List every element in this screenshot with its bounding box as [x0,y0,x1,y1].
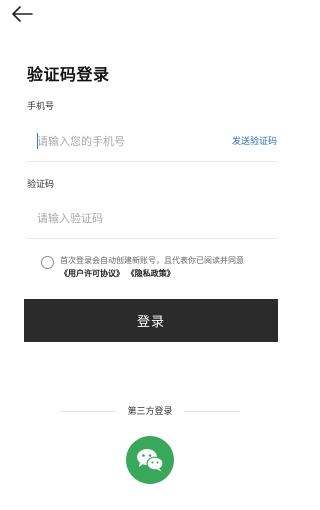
code-label: 验证码 [27,180,55,190]
login-button[interactable]: 登录 [24,299,278,342]
agreement-links: 《用户许可协议》 《隐私政策》 [60,268,175,280]
phone-input-row: 发送验证码 [27,121,277,162]
divider-line-right [184,411,240,412]
third-party-divider: 第三方登录 [60,404,240,418]
wechat-login-button[interactable] [126,436,174,484]
phone-input[interactable] [37,131,207,151]
back-button[interactable] [10,4,34,24]
user-agreement-link[interactable]: 《用户许可协议》 [60,269,124,278]
wechat-icon [137,449,164,472]
send-code-button[interactable]: 发送验证码 [232,134,277,147]
arrow-left-icon [12,6,33,22]
page-title: 验证码登录 [27,65,110,84]
phone-label: 手机号 [27,102,55,112]
privacy-policy-link[interactable]: 《隐私政策》 [127,269,175,278]
agreement-text: 首次登录会自动创建新账号，且代表你已阅读并同意 [60,256,244,265]
agreement-checkbox[interactable] [41,256,54,269]
code-input-row [27,198,277,239]
code-input[interactable] [37,208,207,228]
